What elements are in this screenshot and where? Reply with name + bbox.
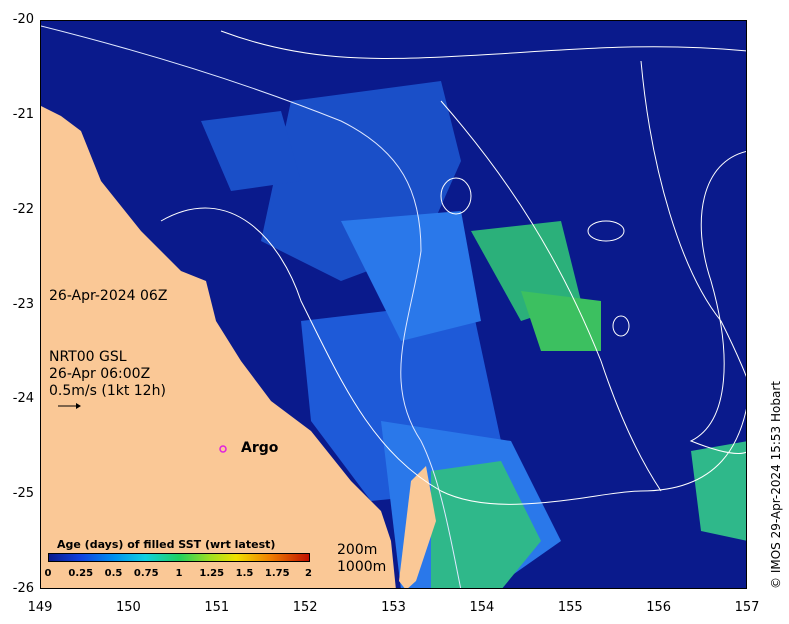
lon-tick-label: 150 (115, 600, 141, 615)
lon-tick-label: 157 (734, 600, 760, 615)
legend-tick-label: 0.5 (104, 568, 123, 579)
legend-tick-label: 1.25 (199, 568, 225, 579)
lon-tick-label: 153 (381, 600, 406, 615)
lon-tick-label: 154 (469, 600, 495, 615)
argo-label: Argo (241, 440, 279, 456)
imos-credit: © IMOS 29-Apr-2024 15:53 Hobart (769, 381, 783, 589)
current-time-label: 26-Apr 06:00Z (49, 366, 151, 382)
legend-tick-label: 2 (305, 568, 312, 579)
lon-tick-label: 155 (557, 600, 583, 615)
lat-tick-label: -25 (12, 486, 34, 502)
legend-title: Age (days) of filled SST (wrt latest) (57, 538, 276, 551)
lat-tick-label: -21 (12, 106, 34, 122)
legend-colorbar (48, 553, 310, 562)
date-label: 26-Apr-2024 06Z (49, 288, 168, 304)
lat-tick-label: -22 (12, 201, 34, 217)
lat-tick-label: -26 (12, 581, 34, 596)
lon-tick-label: 149 (27, 600, 53, 615)
legend-tick-label: 0 (44, 568, 52, 579)
isobath-1000m-label: 1000m (337, 559, 387, 575)
legend-tick-label: 0.75 (133, 568, 159, 579)
legend-tick-label: 1.75 (264, 568, 290, 579)
map-canvas (41, 21, 746, 588)
lon-tick-label: 156 (646, 600, 672, 615)
current-scale-label: 0.5m/s (1kt 12h) (49, 383, 166, 399)
isobath-200m-label: 200m (337, 542, 378, 558)
lat-tick-label: -23 (12, 296, 34, 312)
legend-tick-label: 1.5 (235, 568, 254, 579)
legend-tick-label: 1 (175, 568, 183, 579)
lon-tick-label: 152 (292, 600, 318, 615)
lat-tick-label: -24 (12, 391, 34, 407)
lon-tick-label: 151 (204, 600, 230, 615)
lat-tick-label: -20 (12, 12, 34, 27)
current-source-label: NRT00 GSL (49, 349, 127, 365)
legend-tick-label: 0.25 (68, 568, 94, 579)
